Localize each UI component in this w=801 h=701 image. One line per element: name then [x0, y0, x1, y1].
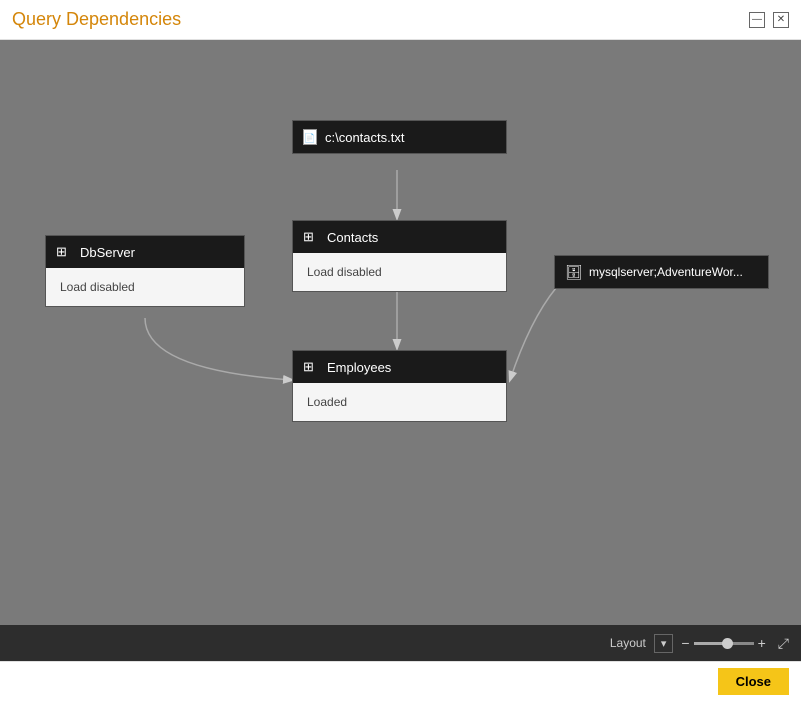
- contacts-node[interactable]: ⊞ Contacts Load disabled: [292, 220, 507, 292]
- close-window-button[interactable]: ✕: [773, 12, 789, 28]
- mysqlserver-label: mysqlserver;AdventureWor...: [589, 265, 743, 279]
- contacts-txt-header: 📄 c:\contacts.txt: [293, 121, 506, 153]
- minimize-button[interactable]: —: [749, 12, 765, 28]
- db-icon: 🗄: [565, 264, 581, 280]
- zoom-slider[interactable]: [694, 642, 754, 645]
- title-bar: Query Dependencies — ✕: [0, 0, 801, 40]
- table-icon-employees: ⊞: [303, 359, 319, 375]
- employees-body: Loaded: [293, 383, 506, 421]
- bottom-bar: Layout ▾ − + ⤢: [0, 625, 801, 661]
- mysqlserver-node[interactable]: 🗄 mysqlserver;AdventureWor...: [554, 255, 769, 289]
- zoom-controls: − +: [681, 635, 765, 651]
- window-title: Query Dependencies: [12, 9, 749, 30]
- contacts-txt-label: c:\contacts.txt: [325, 130, 404, 145]
- zoom-slider-track: [694, 642, 724, 645]
- mysqlserver-header: 🗄 mysqlserver;AdventureWor...: [555, 256, 768, 288]
- dbserver-body: Load disabled: [46, 268, 244, 306]
- close-button[interactable]: Close: [718, 668, 789, 695]
- employees-node[interactable]: ⊞ Employees Loaded: [292, 350, 507, 422]
- layout-dropdown-arrow: ▾: [661, 637, 667, 650]
- zoom-minus-button[interactable]: −: [681, 635, 689, 651]
- contacts-label: Contacts: [327, 230, 378, 245]
- footer-area: Close: [0, 661, 801, 701]
- main-window: Query Dependencies — ✕: [0, 0, 801, 701]
- layout-label: Layout: [610, 636, 646, 650]
- dbserver-label: DbServer: [80, 245, 135, 260]
- table-icon-contacts: ⊞: [303, 229, 319, 245]
- employees-label: Employees: [327, 360, 391, 375]
- contacts-header: ⊞ Contacts: [293, 221, 506, 253]
- dbserver-node[interactable]: ⊞ DbServer Load disabled: [45, 235, 245, 307]
- zoom-plus-button[interactable]: +: [758, 635, 766, 651]
- canvas-area: 📄 c:\contacts.txt ⊞ Contacts Load disabl…: [0, 40, 801, 625]
- contacts-txt-node[interactable]: 📄 c:\contacts.txt: [292, 120, 507, 154]
- table-icon-dbserver: ⊞: [56, 244, 72, 260]
- layout-dropdown-button[interactable]: ▾: [654, 634, 674, 653]
- fit-button[interactable]: ⤢: [778, 635, 789, 652]
- employees-header: ⊞ Employees: [293, 351, 506, 383]
- dbserver-header: ⊞ DbServer: [46, 236, 244, 268]
- contacts-body: Load disabled: [293, 253, 506, 291]
- file-icon: 📄: [303, 129, 317, 145]
- zoom-slider-thumb: [722, 638, 733, 649]
- window-controls: — ✕: [749, 12, 789, 28]
